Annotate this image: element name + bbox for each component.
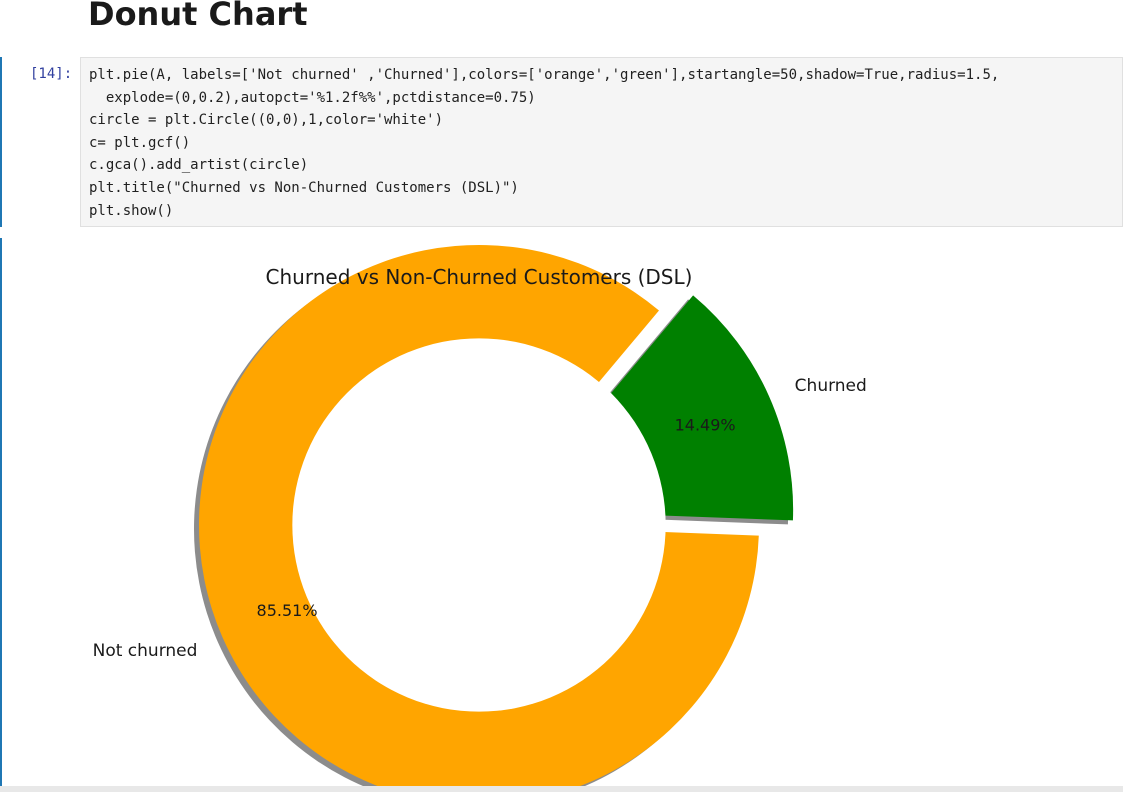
code-cell-editor[interactable]: plt.pie(A, labels=['Not churned' ,'Churn…: [80, 57, 1123, 227]
execution-count: [14]:: [30, 66, 73, 82]
horizontal-scrollbar[interactable]: [0, 786, 1123, 792]
code-line: plt.pie(A, labels=['Not churned' ,'Churn…: [89, 67, 1000, 83]
slice-label: Churned: [795, 376, 867, 396]
input-cell-indicator: [0, 57, 2, 227]
cell-output: Not churned 85.51% Churned 14.49% Churned v…: [2, 238, 1123, 796]
page-heading: Donut Chart: [88, 0, 308, 33]
code-line: circle = plt.Circle((0,0),1,color='white…: [89, 112, 444, 129]
donut-chart: Not churned 85.51% Churned 14.49% Churned v…: [93, 244, 867, 796]
slice-percent-label: 14.49%: [675, 416, 736, 435]
code-line: plt.title("Churned vs Non-Churned Custom…: [89, 179, 519, 196]
code-line: c.gca().add_artist(circle): [89, 157, 309, 174]
code-line: c= plt.gcf(): [89, 134, 191, 151]
slice-label: Not churned: [93, 641, 198, 661]
code-text[interactable]: plt.pie(A, labels=['Not churned' ,'Churn…: [89, 64, 999, 222]
donut-hole: [292, 338, 666, 712]
code-line: plt.show(): [89, 202, 174, 219]
slice-percent-label: 85.51%: [257, 601, 318, 620]
chart-title: Churned vs Non-Churned Customers (DSL): [266, 265, 693, 289]
code-line: explode=(0,0.2),autopct='%1.2f%%',pctdis…: [89, 89, 536, 106]
